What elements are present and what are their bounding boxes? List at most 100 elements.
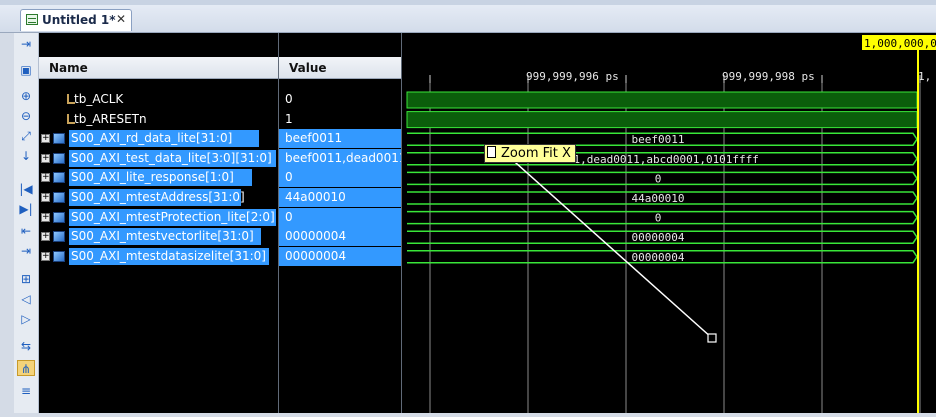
go-to-cursor-icon[interactable]: ↓ [17,148,35,164]
previous-marker-icon[interactable]: ◁ [17,291,35,307]
zoom-out-icon[interactable]: ⊖ [17,108,35,124]
expand-icon[interactable]: + [41,134,50,144]
expand-icon[interactable]: + [41,153,50,163]
expand-icon[interactable]: + [41,193,50,202]
go-to-end-icon[interactable]: ▶| [17,201,35,217]
zoom-in-icon[interactable]: ⊕ [17,88,35,104]
signal-name-panel: Name tb_ACLK tb_ARESETn + S00_AXI_rd_data_l… [39,33,278,413]
go-to-start-icon[interactable]: |◀ [17,181,35,197]
bus-signal-icon [53,231,65,243]
waveform-canvas[interactable]: 999,999,996 ps 999,999,998 ps 1, 1,000,000,… [402,33,936,413]
value-row[interactable]: 1 [279,110,401,129]
signal-value: 0 [285,92,293,106]
waveform-toolbar: ⇥ ▣ ⊕ ⊖ ⤢ ↓ |◀ ▶| ⇤ ⇥ ⊞ ◁ ▷ ⇆ ⋔ ≡ [14,33,39,413]
expand-icon[interactable]: + [41,251,50,261]
floating-ruler-icon[interactable]: ≡ [17,383,35,399]
signal-row[interactable]: + S00_AXI_mtestProtection_lite[2:0] [39,208,278,227]
tab-title: Untitled 1* [42,13,116,27]
bus-signal-icon [53,192,65,203]
signal-name: S00_AXI_rd_data_lite[31:0] [71,131,233,146]
zoom-fit-icon[interactable]: ⤢ [17,128,35,144]
bit-waveform[interactable] [406,111,918,129]
signal-value: 00000004 [285,229,347,244]
signal-row[interactable]: tb_ARESETn [39,110,278,129]
bus-signal-icon [53,211,65,223]
value-row[interactable]: 00000004 [279,246,401,266]
value-row[interactable]: 0 [279,207,401,227]
signal-name: S00_AXI_mtestvectorlite[31:0] [71,229,254,244]
bus-value-label: beef0011 [632,133,685,146]
pointer-cursor-icon [487,146,496,158]
signal-name: S00_AXI_test_data_lite[3:0][31:0] [71,150,272,165]
value-row[interactable]: 00000004 [279,227,401,247]
bus-value-label: 0 [655,212,662,225]
signal-row[interactable]: + S00_AXI_mtestdatasizelite[31:0] [39,247,278,266]
waveform-icon [26,14,38,25]
next-marker-icon[interactable]: ▷ [17,311,35,327]
bus-signal-icon [53,152,65,164]
signal-name: tb_ARESETn [74,111,147,126]
bit-waveform[interactable] [406,91,918,109]
add-marker-icon[interactable]: ⊞ [17,271,35,287]
name-column-header[interactable]: Name [39,57,278,79]
signal-name: S00_AXI_lite_response[1:0] [71,170,234,185]
zoom-drag-line [506,154,713,339]
bus-value-label: f0011,dead0011,abcd0001,0101ffff [547,153,759,166]
signal-value: 0 [285,209,293,224]
expand-icon[interactable]: + [41,173,50,183]
signal-name: S00_AXI_mtestProtection_lite[2:0] [71,209,275,224]
expand-icon[interactable]: + [41,232,50,242]
go-to-scope-icon[interactable]: ⇥ [17,36,35,52]
signal-value: 1 [285,111,293,126]
ruler-tick-label: 999,999,998 ps [722,70,815,83]
value-row[interactable]: 0 [279,168,401,188]
editor-tab-bar: Untitled 1* ✕ [0,0,936,33]
ruler-tick-label: 999,999,996 ps [526,70,619,83]
save-icon[interactable]: ▣ [17,62,35,78]
value-row[interactable]: 44a00010 [279,188,401,207]
signal-name: tb_ACLK [74,92,124,106]
bus-signal-icon [53,250,65,262]
value-selection-highlight [279,207,401,227]
swap-cursors-icon[interactable]: ⇆ [17,338,35,354]
signal-value: beef0011 [285,131,343,146]
tab-bar-strip [0,0,936,5]
next-transition-icon[interactable]: ⇥ [17,243,35,259]
value-column-header[interactable]: Value [279,57,401,79]
bus-waveform[interactable] [407,171,918,186]
zoom-drag-handle[interactable] [707,333,717,343]
bus-value-label: 00000004 [632,231,685,244]
value-row[interactable]: beef0011,dead0011, [279,148,410,168]
cursor-time-label: 1,000,000,0 [864,37,936,50]
signal-name: S00_AXI_mtestdatasizelite[31:0] [71,248,266,263]
signal-row[interactable]: + S00_AXI_mtestvectorlite[31:0] [39,227,278,246]
close-tab-icon[interactable]: ✕ [116,12,126,26]
signal-name: S00_AXI_mtestAddress[31:0] [71,190,245,204]
value-row[interactable]: 0 [279,90,401,109]
signal-row[interactable]: + S00_AXI_rd_data_lite[31:0] [39,129,278,148]
value-selection-highlight [279,168,401,188]
bus-value-label: 00000004 [632,251,685,264]
signal-value: beef0011,dead0011, [285,150,411,165]
expand-icon[interactable]: + [41,212,50,222]
signal-row[interactable]: + S00_AXI_test_data_lite[3:0][31:0] [39,149,278,168]
tab-untitled-1[interactable]: Untitled 1* ✕ [20,9,132,31]
previous-transition-icon[interactable]: ⇤ [17,223,35,239]
signal-value-panel: Value 0 1 beef0011 beef0011,dead0011, 0 44a00… [279,33,410,413]
bus-waveform[interactable] [407,210,918,225]
signal-value: 0 [285,170,293,185]
bus-value-label: 44a00010 [632,192,685,205]
signal-row[interactable]: + S00_AXI_lite_response[1:0] [39,168,278,187]
waveform-panel[interactable]: 999,999,996 ps 999,999,998 ps 1, 1,000,000,… [402,33,936,413]
tooltip-text: Zoom Fit X [501,146,571,161]
zoom-fit-x-tooltip: Zoom Fit X [484,144,576,163]
bus-signal-icon [53,133,65,145]
bus-value-label: 0 [655,172,662,185]
snap-to-transition-icon[interactable]: ⋔ [17,360,35,376]
bus-signal-icon [53,172,65,184]
value-row[interactable]: beef0011 [279,129,401,149]
signal-value: 00000004 [285,248,347,263]
ruler-tick-label: 1, [918,70,931,83]
signal-row[interactable]: tb_ACLK [39,90,278,109]
signal-row[interactable]: + S00_AXI_mtestAddress[31:0] [39,188,278,207]
